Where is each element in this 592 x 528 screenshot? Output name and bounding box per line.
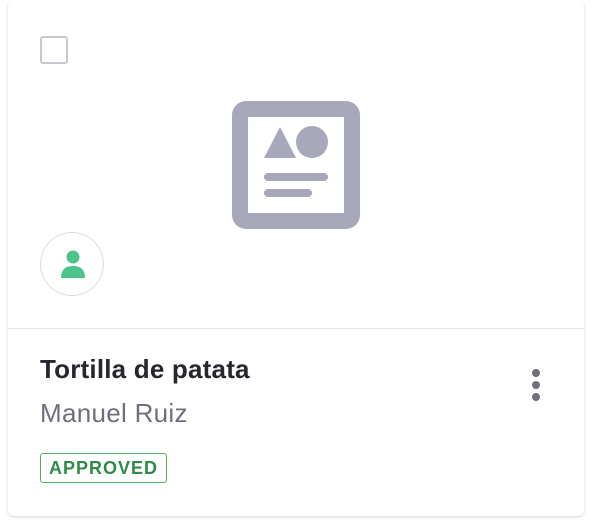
image-placeholder-icon xyxy=(232,101,360,229)
card-title: Tortilla de patata xyxy=(40,354,250,384)
select-checkbox[interactable] xyxy=(40,36,68,64)
user-icon xyxy=(61,250,85,278)
record-card[interactable]: Tortilla de patata Manuel Ruiz APPROVED xyxy=(8,0,584,516)
avatar[interactable] xyxy=(40,232,104,296)
status-badge: APPROVED xyxy=(40,453,168,483)
card-author: Manuel Ruiz xyxy=(40,398,188,428)
more-options-button[interactable] xyxy=(520,362,552,406)
more-vertical-icon xyxy=(532,369,540,401)
card-preview[interactable] xyxy=(8,0,584,329)
